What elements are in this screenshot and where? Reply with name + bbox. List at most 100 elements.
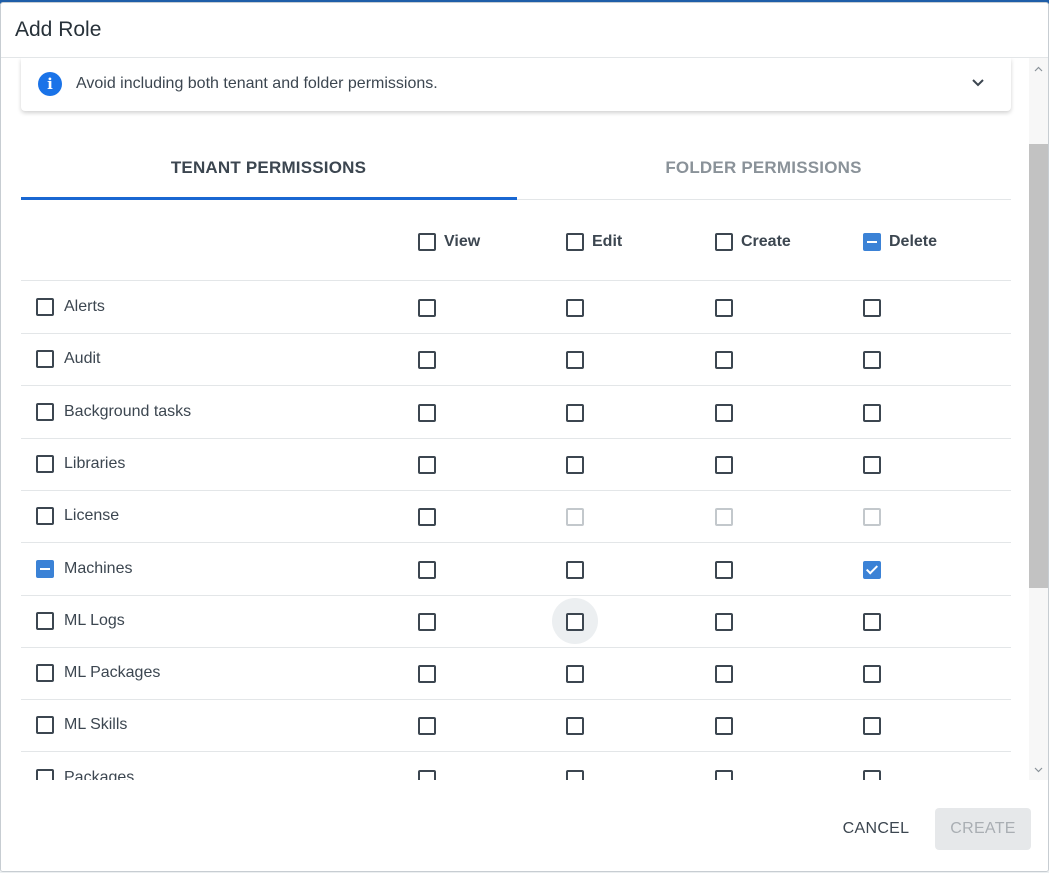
view-permission-checkbox[interactable] (418, 561, 436, 579)
edit-permission-checkbox[interactable] (566, 404, 584, 422)
scroll-down-arrow-icon[interactable] (1034, 765, 1043, 774)
edit-permission-checkbox[interactable] (566, 613, 584, 631)
permission-name: Packages (64, 769, 135, 780)
column-header-delete: Delete (863, 230, 937, 254)
column-header-edit: Edit (566, 230, 622, 254)
permission-name: ML Packages (64, 664, 161, 681)
delete-permission-checkbox[interactable] (863, 665, 881, 683)
vertical-scrollbar[interactable] (1029, 58, 1048, 780)
banner-text: Avoid including both tenant and folder p… (76, 75, 438, 92)
active-tab-indicator (21, 197, 517, 200)
scrollbar-thumb[interactable] (1029, 144, 1048, 588)
view-permission-checkbox[interactable] (418, 665, 436, 683)
row-select-checkbox[interactable] (36, 298, 54, 316)
create-button[interactable]: CREATE (935, 808, 1031, 850)
table-row: Machines (21, 543, 1011, 596)
edit-permission-checkbox[interactable] (566, 456, 584, 474)
view-permission-checkbox[interactable] (418, 717, 436, 735)
delete-permission-checkbox[interactable] (863, 299, 881, 317)
view-permission-checkbox[interactable] (418, 404, 436, 422)
chevron-down-icon[interactable] (971, 78, 985, 88)
create-permission-checkbox (715, 508, 733, 526)
delete-permission-checkbox[interactable] (863, 717, 881, 735)
delete-permission-checkbox (863, 508, 881, 526)
dialog-scroll-area[interactable]: i Avoid including both tenant and folder… (1, 58, 1029, 780)
dialog-title: Add Role (15, 18, 102, 41)
row-select-checkbox[interactable] (36, 560, 54, 578)
row-select-checkbox[interactable] (36, 455, 54, 473)
dialog-header: Add Role (1, 3, 1048, 58)
table-row: Audit (21, 333, 1011, 386)
dialog-footer: CANCEL CREATE (1, 780, 1048, 871)
row-select-checkbox[interactable] (36, 350, 54, 368)
row-select-checkbox[interactable] (36, 507, 54, 525)
edit-permission-checkbox[interactable] (566, 299, 584, 317)
create-permission-checkbox[interactable] (715, 613, 733, 631)
table-row: ML Packages (21, 647, 1011, 700)
column-header-view: View (418, 230, 480, 254)
info-icon: i (38, 72, 62, 96)
select-all-view-checkbox[interactable] (418, 233, 436, 251)
create-permission-checkbox[interactable] (715, 561, 733, 579)
create-permission-checkbox[interactable] (715, 404, 733, 422)
edit-permission-checkbox[interactable] (566, 561, 584, 579)
create-permission-checkbox[interactable] (715, 665, 733, 683)
column-label-view: View (444, 233, 481, 250)
create-permission-checkbox[interactable] (715, 299, 733, 317)
permission-name: License (64, 507, 120, 524)
delete-permission-checkbox[interactable] (863, 613, 881, 631)
create-permission-checkbox[interactable] (715, 351, 733, 369)
permission-name: Background tasks (64, 403, 192, 420)
view-permission-checkbox[interactable] (418, 613, 436, 631)
select-all-edit-checkbox[interactable] (566, 233, 584, 251)
tab-folder-permissions[interactable]: FOLDER PERMISSIONS (516, 136, 1011, 199)
tab-tenant-permissions[interactable]: TENANT PERMISSIONS (21, 136, 516, 199)
permission-name: Alerts (64, 298, 105, 315)
table-row: License (21, 490, 1011, 543)
table-row: Alerts (21, 281, 1011, 334)
table-row: ML Skills (21, 699, 1011, 752)
scroll-up-arrow-icon[interactable] (1034, 65, 1043, 74)
view-permission-checkbox[interactable] (418, 299, 436, 317)
view-permission-checkbox[interactable] (418, 770, 436, 780)
delete-permission-checkbox[interactable] (863, 404, 881, 422)
column-label-create: Create (741, 233, 791, 250)
row-select-checkbox[interactable] (36, 716, 54, 734)
column-header-create: Create (715, 230, 791, 254)
permission-name: Libraries (64, 455, 126, 472)
edit-permission-checkbox[interactable] (566, 717, 584, 735)
row-select-checkbox[interactable] (36, 769, 54, 780)
permission-name: ML Skills (64, 716, 128, 733)
column-label-delete: Delete (889, 233, 938, 250)
add-role-dialog: Add Role i Avoid including both tenant a… (0, 2, 1049, 872)
row-select-checkbox[interactable] (36, 403, 54, 421)
table-row: Packages (21, 752, 1011, 780)
view-permission-checkbox[interactable] (418, 456, 436, 474)
row-select-checkbox[interactable] (36, 612, 54, 630)
table-row: Background tasks (21, 386, 1011, 439)
delete-permission-checkbox[interactable] (863, 770, 881, 780)
permission-name: Audit (64, 350, 101, 367)
edit-permission-checkbox[interactable] (566, 665, 584, 683)
create-permission-checkbox[interactable] (715, 717, 733, 735)
view-permission-checkbox[interactable] (418, 351, 436, 369)
delete-permission-checkbox[interactable] (863, 561, 881, 579)
table-row: Libraries (21, 438, 1011, 491)
table-row: ML Logs (21, 595, 1011, 648)
permission-name: Machines (64, 560, 133, 577)
select-all-delete-checkbox[interactable] (863, 233, 881, 251)
info-banner[interactable]: i Avoid including both tenant and folder… (21, 58, 1011, 111)
delete-permission-checkbox[interactable] (863, 351, 881, 369)
permissions-tabs: TENANT PERMISSIONS FOLDER PERMISSIONS (21, 136, 1011, 200)
delete-permission-checkbox[interactable] (863, 456, 881, 474)
edit-permission-checkbox[interactable] (566, 770, 584, 780)
view-permission-checkbox[interactable] (418, 508, 436, 526)
cancel-button[interactable]: CANCEL (831, 808, 921, 850)
create-permission-checkbox[interactable] (715, 456, 733, 474)
row-select-checkbox[interactable] (36, 664, 54, 682)
create-permission-checkbox[interactable] (715, 770, 733, 780)
edit-permission-checkbox[interactable] (566, 351, 584, 369)
edit-permission-checkbox (566, 508, 584, 526)
permission-name: ML Logs (64, 612, 125, 629)
select-all-create-checkbox[interactable] (715, 233, 733, 251)
